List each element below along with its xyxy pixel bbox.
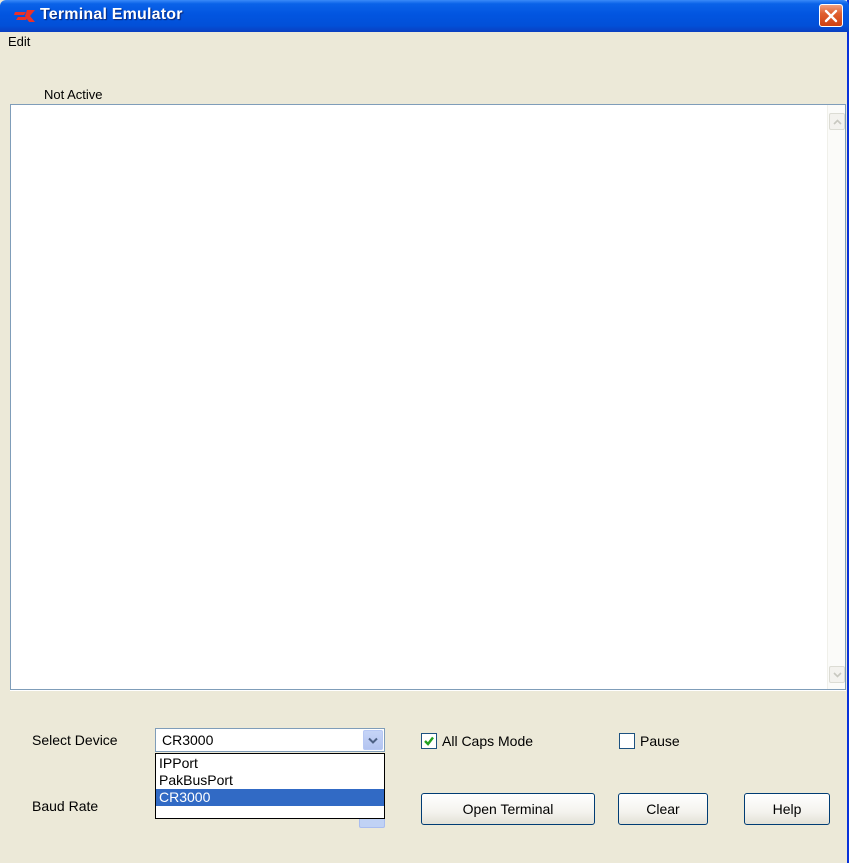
open-terminal-button[interactable]: Open Terminal	[421, 793, 595, 825]
vertical-scrollbar[interactable]	[827, 105, 845, 689]
device-dropdown-list[interactable]: IPPort PakBusPort CR3000	[155, 753, 385, 819]
all-caps-checkbox[interactable]	[421, 733, 437, 749]
chevron-up-icon	[832, 118, 842, 125]
all-caps-label[interactable]: All Caps Mode	[442, 733, 533, 749]
pause-label[interactable]: Pause	[640, 733, 680, 749]
title-bar[interactable]: Terminal Emulator	[0, 0, 849, 32]
chevron-down-icon	[832, 671, 842, 678]
scroll-down-button[interactable]	[829, 666, 845, 683]
combo-dropdown-button[interactable]	[363, 730, 383, 750]
select-device-label: Select Device	[32, 732, 118, 748]
chevron-down-icon	[368, 737, 378, 744]
checkmark-icon	[424, 736, 434, 746]
device-option-ipport[interactable]: IPPort	[156, 755, 384, 772]
clear-button[interactable]: Clear	[618, 793, 708, 825]
menu-bar: Edit	[0, 32, 847, 52]
pause-checkbox[interactable]	[619, 733, 635, 749]
device-option-cr3000[interactable]: CR3000	[156, 789, 384, 806]
connection-status: Not Active	[44, 87, 103, 102]
window-title: Terminal Emulator	[40, 6, 183, 23]
app-logo-icon	[14, 9, 36, 23]
device-option-pakbusport[interactable]: PakBusPort	[156, 772, 384, 789]
menu-edit[interactable]: Edit	[8, 34, 30, 49]
help-button[interactable]: Help	[744, 793, 830, 825]
select-device-value: CR3000	[162, 732, 214, 748]
close-icon	[824, 9, 838, 22]
scroll-up-button[interactable]	[829, 113, 845, 130]
close-button[interactable]	[819, 4, 843, 27]
controls-panel	[10, 690, 846, 858]
terminal-output-area[interactable]	[10, 104, 846, 690]
select-device-combo[interactable]: CR3000	[155, 728, 385, 752]
terminal-emulator-window: Terminal Emulator Edit Not Active Select…	[0, 0, 849, 863]
baud-rate-label: Baud Rate	[32, 798, 99, 814]
